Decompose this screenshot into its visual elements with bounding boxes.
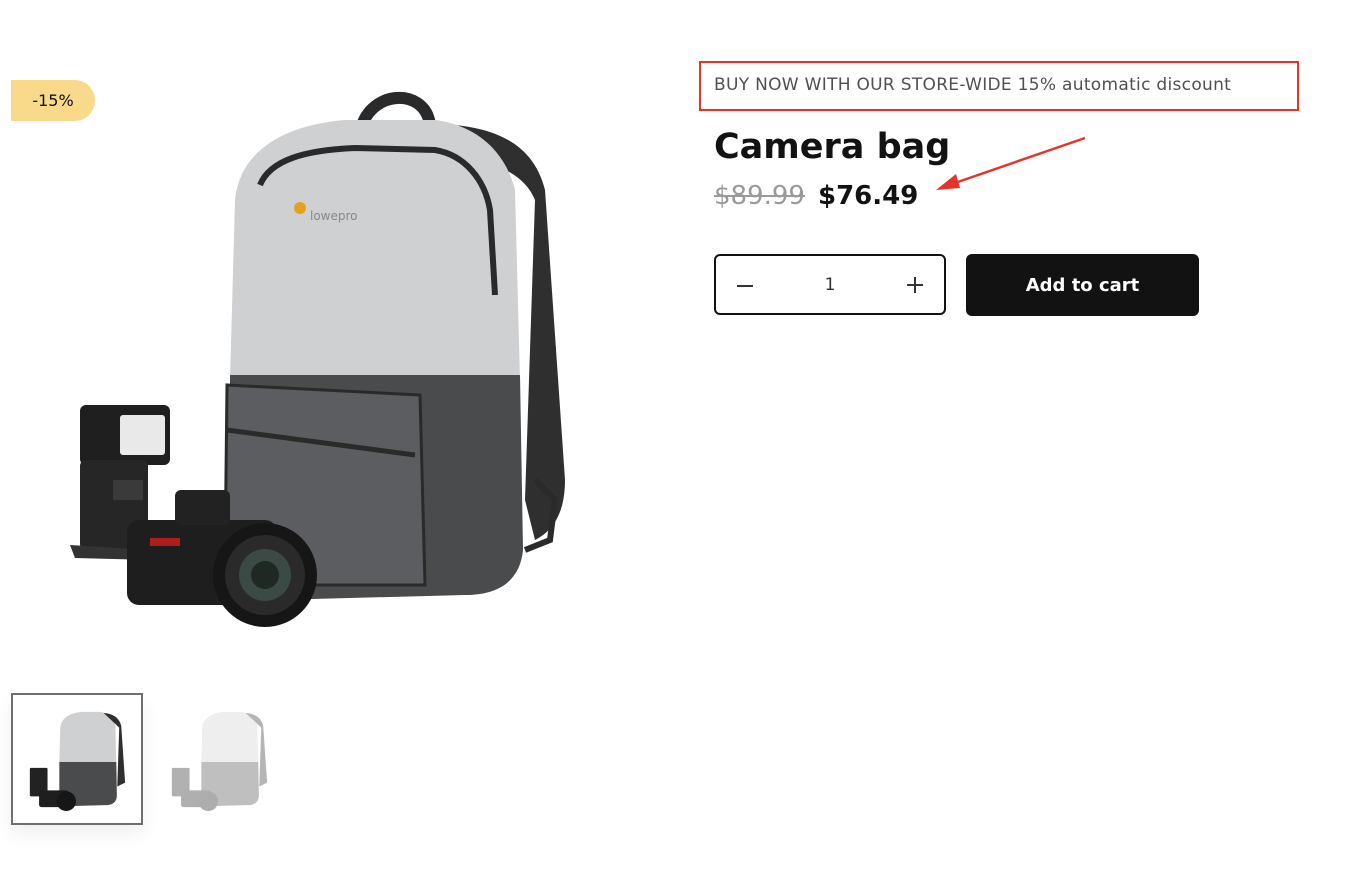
- quantity-stepper: [714, 254, 946, 315]
- thumbnail-2[interactable]: [153, 693, 285, 825]
- svg-text:lowepro: lowepro: [310, 209, 358, 223]
- arrow-icon: [936, 136, 1086, 190]
- product-title: Camera bag: [714, 127, 951, 167]
- sale-price: $76.49: [818, 181, 919, 211]
- thumbnail-2-image: [171, 711, 268, 812]
- add-to-cart-button[interactable]: Add to cart: [966, 254, 1199, 316]
- decrease-quantity-button[interactable]: [716, 256, 774, 313]
- increase-quantity-button[interactable]: [886, 256, 944, 313]
- thumbnail-1[interactable]: [11, 693, 143, 825]
- plus-icon: [907, 276, 923, 293]
- thumbnail-1-image: [29, 711, 126, 812]
- quantity-input[interactable]: [774, 256, 886, 313]
- original-price: $89.99: [714, 181, 805, 211]
- minus-icon: [737, 284, 753, 287]
- promo-message: BUY NOW WITH OUR STORE-WIDE 15% automati…: [714, 75, 1232, 95]
- product-main-image[interactable]: lowepro: [55, 80, 585, 640]
